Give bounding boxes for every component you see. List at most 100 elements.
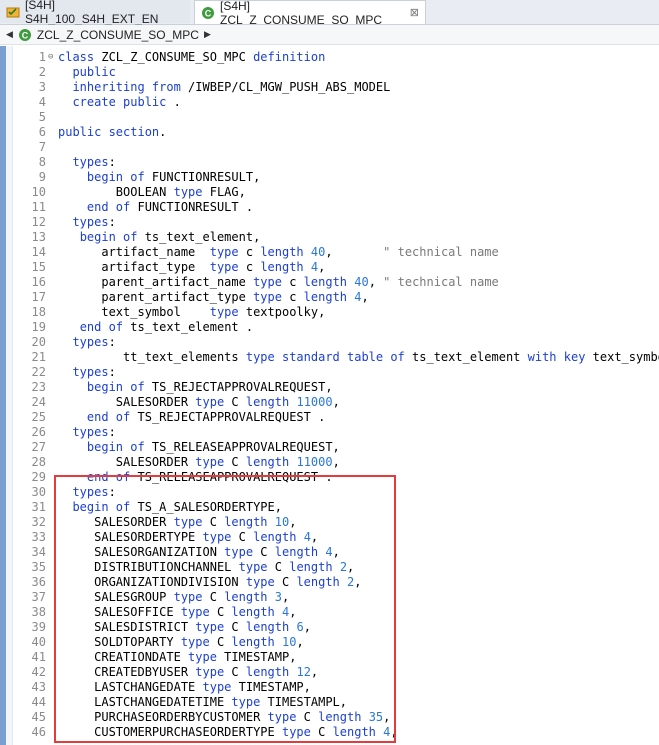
- keyword: length: [303, 275, 348, 289]
- code-token: SALESORDER: [58, 395, 196, 409]
- code-line[interactable]: 31 begin of TS_A_SALESORDERTYPE,: [12, 500, 659, 515]
- code-line[interactable]: 30 types:: [12, 485, 659, 500]
- code-line[interactable]: 38 SALESOFFICE type C length 4,: [12, 605, 659, 620]
- code-line[interactable]: 21 tt_text_elements type standard table …: [12, 350, 659, 365]
- code-line[interactable]: 14 artifact_name type c length 40, " tec…: [12, 245, 659, 260]
- code-line[interactable]: 23 begin of TS_REJECTAPPROVALREQUEST,: [12, 380, 659, 395]
- code-line[interactable]: 6 public section.: [12, 125, 659, 140]
- code-line[interactable]: 10 BOOLEAN type FLAG,: [12, 185, 659, 200]
- keyword: types: [72, 365, 109, 379]
- code-line[interactable]: 7: [12, 140, 659, 155]
- keyword: type: [267, 710, 297, 724]
- line-number: 46: [31, 725, 46, 739]
- code-text: parent_artifact_name type c length 40, "…: [58, 275, 498, 290]
- code-line[interactable]: 8 types:: [12, 155, 659, 170]
- breadcrumb-forward-icon[interactable]: ▶: [204, 29, 211, 40]
- keyword: length: [260, 260, 304, 274]
- code-editor[interactable]: 1 ⊖ class ZCL_Z_CONSUME_SO_MPC definition 2…: [0, 46, 659, 745]
- code-text: end of FUNCTIONRESULT .: [58, 200, 253, 215]
- code-token: :: [108, 365, 116, 379]
- code-line[interactable]: 33 SALESORDERTYPE type C length 4,: [12, 530, 659, 545]
- code-line[interactable]: 34 SALESORGANIZATION type C length 4,: [12, 545, 659, 560]
- tab-class-label: [S4H] ZCL_Z_CONSUME_SO_MPC: [220, 0, 383, 27]
- code-text: ORGANIZATIONDIVISION type C length 2,: [58, 575, 361, 590]
- code-line[interactable]: 20 types:: [12, 335, 659, 350]
- code-token: c: [281, 290, 304, 304]
- keyword: begin of: [86, 170, 145, 184]
- code-line[interactable]: 27 begin of TS_RELEASEAPPROVALREQUEST,: [12, 440, 659, 455]
- code-token: TS_REJECTAPPROVALREQUEST,: [144, 380, 333, 394]
- code-text: types:: [58, 425, 115, 440]
- code-line[interactable]: 43 LASTCHANGEDATE type TIMESTAMP,: [12, 680, 659, 695]
- code-line[interactable]: 19 end of ts_text_element .: [12, 320, 659, 335]
- code-line[interactable]: 17 parent_artifact_type type c length 4,: [12, 290, 659, 305]
- tab-class-editor[interactable]: C [S4H] ZCL_Z_CONSUME_SO_MPC ⊠: [194, 0, 426, 27]
- code-line[interactable]: 16 parent_artifact_name type c length 40…: [12, 275, 659, 290]
- code-line[interactable]: 35 DISTRIBUTIONCHANNEL type C length 2,: [12, 560, 659, 575]
- code-line[interactable]: 1 ⊖ class ZCL_Z_CONSUME_SO_MPC definition: [12, 50, 659, 65]
- code-line[interactable]: 28 SALESORDER type C length 11000,: [12, 455, 659, 470]
- code-line[interactable]: 25 end of TS_REJECTAPPROVALREQUEST .: [12, 410, 659, 425]
- code-token: PURCHASEORDERBYCUSTOMER: [58, 710, 268, 724]
- code-text: end of TS_REJECTAPPROVALREQUEST .: [58, 410, 325, 425]
- keyword: inheriting from: [72, 80, 181, 94]
- code-token: ,: [310, 530, 319, 544]
- code-text: BOOLEAN type FLAG,: [58, 185, 246, 200]
- line-number: 41: [31, 650, 46, 664]
- code-line[interactable]: 39 SALESDISTRICT type C length 6,: [12, 620, 659, 635]
- tab-project[interactable]: [S4H] S4H_100_S4H_EXT_EN: [0, 0, 190, 26]
- code-token: ORGANIZATIONDIVISION: [58, 575, 246, 589]
- keyword: length: [231, 635, 275, 649]
- code-line[interactable]: 15 artifact_type type c length 4,: [12, 260, 659, 275]
- keyword: type: [180, 635, 210, 649]
- code-token: /IWBEP/CL_MGW_PUSH_ABS_MODEL: [180, 80, 391, 94]
- breadcrumb-back-icon[interactable]: ◀: [6, 29, 13, 40]
- code-line[interactable]: 40 SOLDTOPARTY type C length 10,: [12, 635, 659, 650]
- code-line[interactable]: 29 end of TS_RELEASEAPPROVALREQUEST .: [12, 470, 659, 485]
- code-line[interactable]: 46 CUSTOMERPURCHASEORDERTYPE type C leng…: [12, 725, 659, 740]
- code-token: FLAG,: [202, 185, 246, 199]
- code-line[interactable]: 41 CREATIONDATE type TIMESTAMP,: [12, 650, 659, 665]
- keyword: with key: [527, 350, 586, 364]
- fold-toggle-icon[interactable]: ⊖: [48, 50, 53, 65]
- code-line[interactable]: 5: [12, 110, 659, 125]
- code-line[interactable]: 4 create public .: [12, 95, 659, 110]
- close-tab-icon[interactable]: ⊠: [410, 6, 419, 19]
- line-number: 24: [31, 395, 46, 409]
- code-line[interactable]: 3 inheriting from /IWBEP/CL_MGW_PUSH_ABS…: [12, 80, 659, 95]
- breadcrumb-class-name[interactable]: ZCL_Z_CONSUME_SO_MPC: [37, 28, 199, 42]
- code-token: ,: [390, 725, 398, 739]
- code-line[interactable]: 2 public: [12, 65, 659, 80]
- code-line[interactable]: 45 PURCHASEORDERBYCUSTOMER type C length…: [12, 710, 659, 725]
- code-line[interactable]: 42 CREATEDBYUSER type C length 12,: [12, 665, 659, 680]
- code-line[interactable]: 32 SALESORDER type C length 10,: [12, 515, 659, 530]
- code-text: CREATIONDATE type TIMESTAMP,: [58, 650, 296, 665]
- code-line[interactable]: 36 ORGANIZATIONDIVISION type C length 2,: [12, 575, 659, 590]
- keyword: length: [224, 590, 268, 604]
- code-token: parent_artifact_type: [58, 290, 254, 304]
- code-line[interactable]: 12 types:: [12, 215, 659, 230]
- code-line[interactable]: 44 LASTCHANGEDATETIME type TIMESTAMPL,: [12, 695, 659, 710]
- code-token: C: [224, 395, 246, 409]
- code-line[interactable]: 26 types:: [12, 425, 659, 440]
- code-line[interactable]: 9 begin of FUNCTIONRESULT,: [12, 170, 659, 185]
- code-line[interactable]: 13 begin of ts_text_element,: [12, 230, 659, 245]
- code-text: public: [58, 65, 115, 80]
- code-text: LASTCHANGEDATETIME type TIMESTAMPL,: [58, 695, 347, 710]
- code-line[interactable]: 24 SALESORDER type C length 11000,: [12, 395, 659, 410]
- code-token: BOOLEAN: [58, 185, 174, 199]
- keyword: end of: [86, 200, 131, 214]
- code-line[interactable]: 22 types:: [12, 365, 659, 380]
- code-line[interactable]: 37 SALESGROUP type C length 3,: [12, 590, 659, 605]
- code-token: ts_text_element,: [137, 230, 261, 244]
- code-token: ,: [332, 455, 340, 469]
- code-line[interactable]: 18 text_symbol type textpoolky,: [12, 305, 659, 320]
- keyword: type: [245, 575, 275, 589]
- code-line[interactable]: 11 end of FUNCTIONRESULT .: [12, 200, 659, 215]
